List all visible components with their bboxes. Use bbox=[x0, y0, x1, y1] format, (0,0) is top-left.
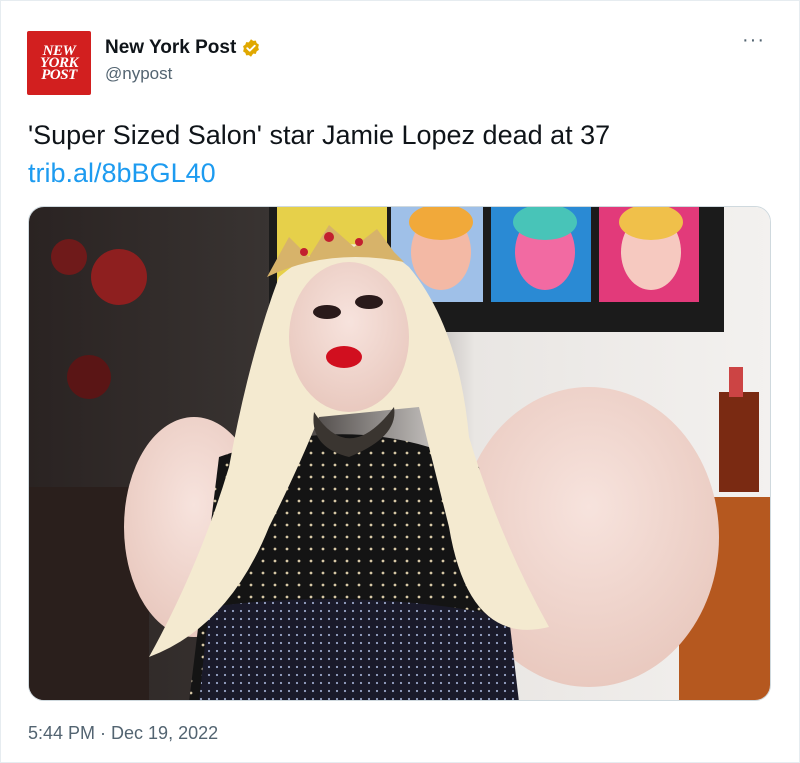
more-options-icon[interactable]: ··· bbox=[742, 30, 765, 50]
logo-line-3: POST bbox=[41, 67, 77, 83]
tweet-body: 'Super Sized Salon' star Jamie Lopez dea… bbox=[28, 120, 611, 150]
tweet-link[interactable]: trib.al/8bBGL40 bbox=[28, 154, 610, 192]
author-names: New York Post @nypost bbox=[105, 37, 261, 84]
verified-badge-icon bbox=[243, 39, 260, 57]
tweet-header: NEW YORK POST New York Post @nypost bbox=[27, 31, 261, 95]
handle[interactable]: @nypost bbox=[105, 64, 261, 84]
photo-illustration bbox=[29, 207, 770, 700]
tweet-text: 'Super Sized Salon' star Jamie Lopez dea… bbox=[28, 116, 610, 192]
display-name[interactable]: New York Post bbox=[105, 37, 236, 59]
avatar[interactable]: NEW YORK POST bbox=[27, 31, 91, 95]
tweet-timestamp[interactable]: 5:44 PM · Dec 19, 2022 bbox=[28, 723, 218, 744]
display-name-row: New York Post bbox=[105, 37, 261, 59]
tweet-photo[interactable] bbox=[28, 206, 771, 701]
tweet-card[interactable]: NEW YORK POST New York Post @nypost ··· … bbox=[0, 0, 800, 763]
